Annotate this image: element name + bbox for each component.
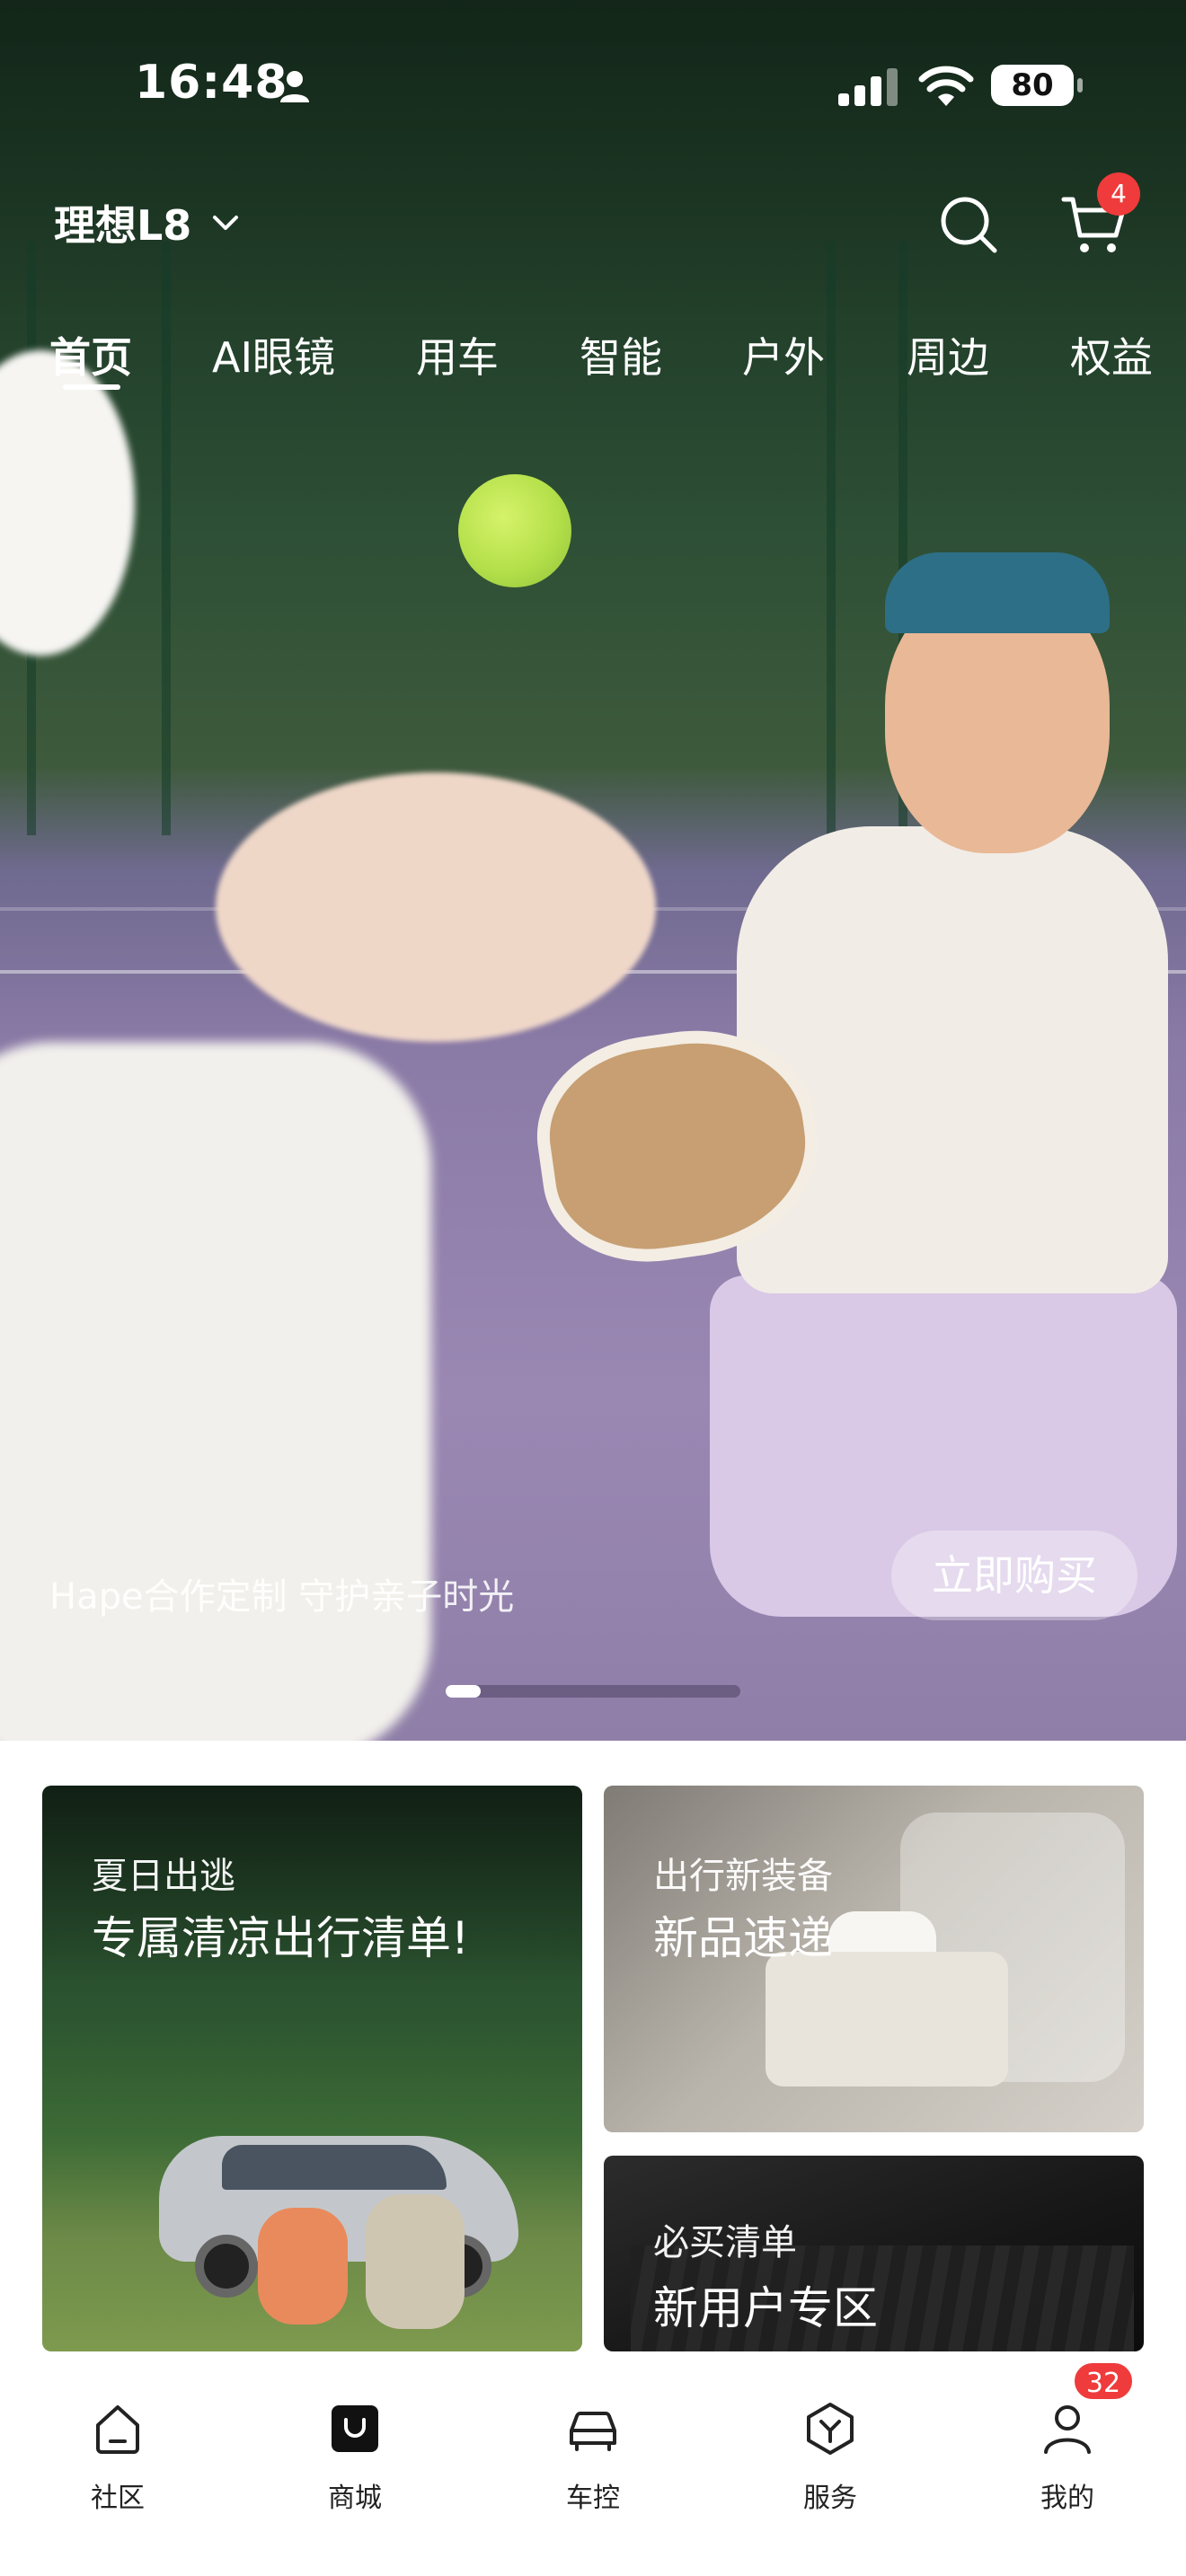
- community-icon: [96, 2405, 139, 2454]
- mine-notification-badge: 32: [1072, 2360, 1135, 2402]
- paddle-image: [216, 772, 656, 1042]
- carousel-progress-thumb: [446, 1685, 482, 1698]
- wheel-image: [195, 2235, 258, 2298]
- tab-car-control[interactable]: 车控: [521, 2378, 665, 2514]
- cellular-signal-icon: [838, 68, 898, 106]
- card-headline: 新用户专区: [653, 2282, 878, 2334]
- status-time: 16:48: [135, 56, 288, 110]
- cart-count-badge: 4: [1097, 172, 1140, 216]
- search-icon[interactable]: [937, 193, 1000, 256]
- adult-cap-image: [0, 350, 135, 656]
- shop-bag-icon: [332, 2405, 378, 2452]
- tab-label: 车控: [566, 2483, 620, 2514]
- status-bar: 16:48 80: [0, 0, 1186, 171]
- suv-window-image: [222, 2145, 447, 2190]
- wifi-icon: [918, 66, 974, 106]
- tab-outdoor[interactable]: 户外: [742, 325, 825, 384]
- tab-community[interactable]: 社区: [46, 2378, 190, 2514]
- car-control-icon: [570, 2412, 616, 2451]
- adult-cyclist-image: [366, 2194, 465, 2329]
- person-icon: [280, 71, 309, 102]
- hero-banner[interactable]: 16:48 80 理想L8 4 首页 AI眼镜 用车 智能 户外 周边 权益 H…: [0, 0, 1186, 1741]
- child-cyclist-image: [258, 2208, 348, 2325]
- profile-icon: [1044, 2405, 1091, 2454]
- tab-smart[interactable]: 智能: [580, 325, 662, 384]
- card-kicker: 出行新装备: [653, 1856, 833, 1897]
- tab-home[interactable]: 首页: [49, 325, 132, 384]
- car-model-name: 理想L8: [54, 201, 192, 250]
- kid-visor-image: [885, 552, 1110, 633]
- tab-car-use[interactable]: 用车: [416, 325, 499, 384]
- tab-label: 服务: [803, 2483, 857, 2514]
- category-tabs: 首页 AI眼镜 用车 智能 户外 周边 权益: [0, 325, 1186, 388]
- tab-shop[interactable]: 商城: [283, 2378, 427, 2514]
- battery-indicator: 80: [991, 65, 1083, 106]
- buy-now-button[interactable]: 立即购买: [891, 1531, 1137, 1620]
- promo-card-summer[interactable]: 夏日出逃 专属清凉出行清单!: [42, 1786, 582, 2351]
- adult-figure-image: [0, 1042, 431, 1741]
- service-icon: [807, 2403, 854, 2455]
- promo-card-new-arrivals[interactable]: 出行新装备 新品速递: [604, 1786, 1144, 2132]
- tab-merch[interactable]: 周边: [907, 325, 989, 384]
- promo-card-must-buy[interactable]: 必买清单 新用户专区: [604, 2156, 1144, 2351]
- kid-shirt-image: [737, 826, 1168, 1293]
- active-tab-indicator: [63, 384, 120, 390]
- tennis-ball-image: [458, 474, 571, 587]
- tab-ai-glasses[interactable]: AI眼镜: [212, 325, 335, 384]
- chevron-down-icon: [213, 216, 239, 230]
- card-headline: 专属清凉出行清单!: [92, 1912, 470, 1964]
- card-kicker: 夏日出逃: [92, 1856, 235, 1897]
- carousel-progress: [446, 1685, 740, 1698]
- tissue-box-image: [766, 1952, 1008, 2086]
- tab-label: 商城: [328, 2483, 382, 2514]
- tab-label: 社区: [91, 2483, 145, 2514]
- tab-service[interactable]: 服务: [758, 2378, 902, 2514]
- card-headline: 新品速递: [653, 1912, 833, 1964]
- car-model-selector[interactable]: 理想L8: [54, 196, 242, 250]
- tab-label: 我的: [1040, 2483, 1094, 2514]
- hero-caption: Hape合作定制 守护亲子时光: [49, 1576, 515, 1618]
- tab-benefits[interactable]: 权益: [1070, 325, 1153, 384]
- bottom-tab-bar: 社区 商城 车控 服务 我的: [0, 2351, 1186, 2576]
- card-kicker: 必买清单: [653, 2222, 797, 2263]
